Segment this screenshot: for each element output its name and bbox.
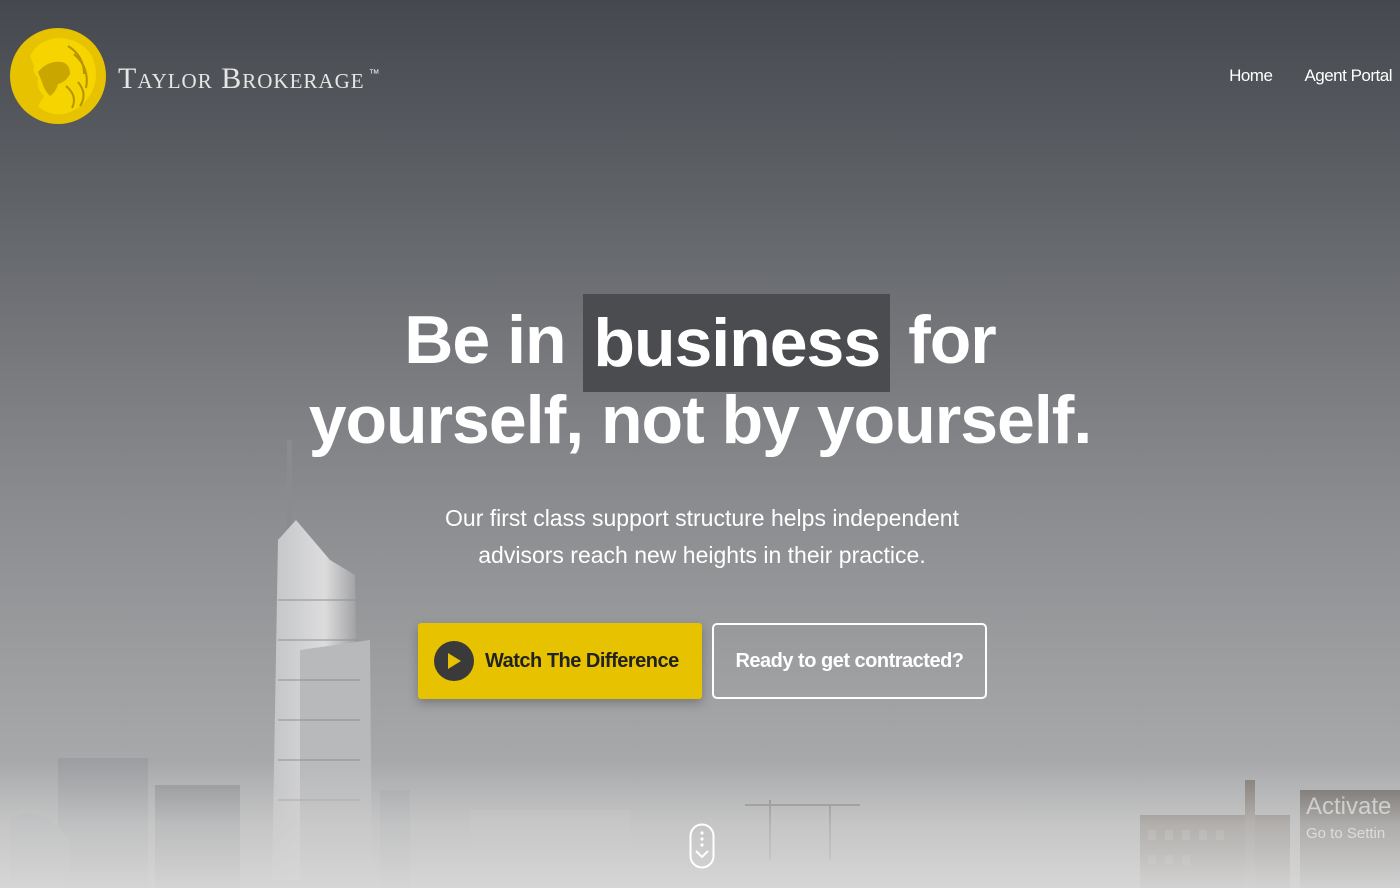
- watermark-line-2: Go to Settin: [1306, 825, 1386, 842]
- main-nav: Home Agent Portal: [1229, 66, 1392, 86]
- brand-name-text: Taylor Brokerage: [118, 62, 365, 95]
- hero-section: Taylor Brokerage ™ Home Agent Portal Be i…: [0, 0, 1400, 888]
- lion-logo-icon: [10, 28, 106, 124]
- play-icon: [434, 641, 474, 681]
- subtext-line-2: advisors reach new heights in their prac…: [478, 542, 926, 568]
- watch-difference-label: Watch The Difference: [485, 649, 679, 672]
- nav-item-home[interactable]: Home: [1229, 66, 1273, 86]
- brand-logo[interactable]: Taylor Brokerage ™: [8, 26, 381, 126]
- activation-watermark: Activate Go to Settin: [1306, 793, 1391, 842]
- nav-item-agent-portal[interactable]: Agent Portal: [1304, 66, 1392, 86]
- hero-subtext: Our first class support structure helps …: [0, 500, 1400, 574]
- headline-highlight: business: [583, 294, 891, 392]
- watch-difference-button[interactable]: Watch The Difference: [418, 623, 702, 699]
- hero-headline: Be in business for yourself, not by your…: [0, 294, 1400, 460]
- headline-before: Be in: [404, 302, 566, 378]
- trademark-symbol: ™: [368, 68, 381, 80]
- headline-after: for: [908, 302, 997, 378]
- headline-line-2: yourself, not by yourself.: [308, 382, 1093, 458]
- brand-name: Taylor Brokerage ™: [118, 62, 381, 96]
- get-contracted-button[interactable]: Ready to get contracted?: [712, 623, 987, 699]
- subtext-line-1: Our first class support structure helps …: [445, 505, 959, 531]
- watermark-line-1: Activate: [1306, 793, 1392, 820]
- scroll-down-icon[interactable]: [689, 823, 715, 869]
- headline-line-1: Be in business for: [0, 294, 1400, 392]
